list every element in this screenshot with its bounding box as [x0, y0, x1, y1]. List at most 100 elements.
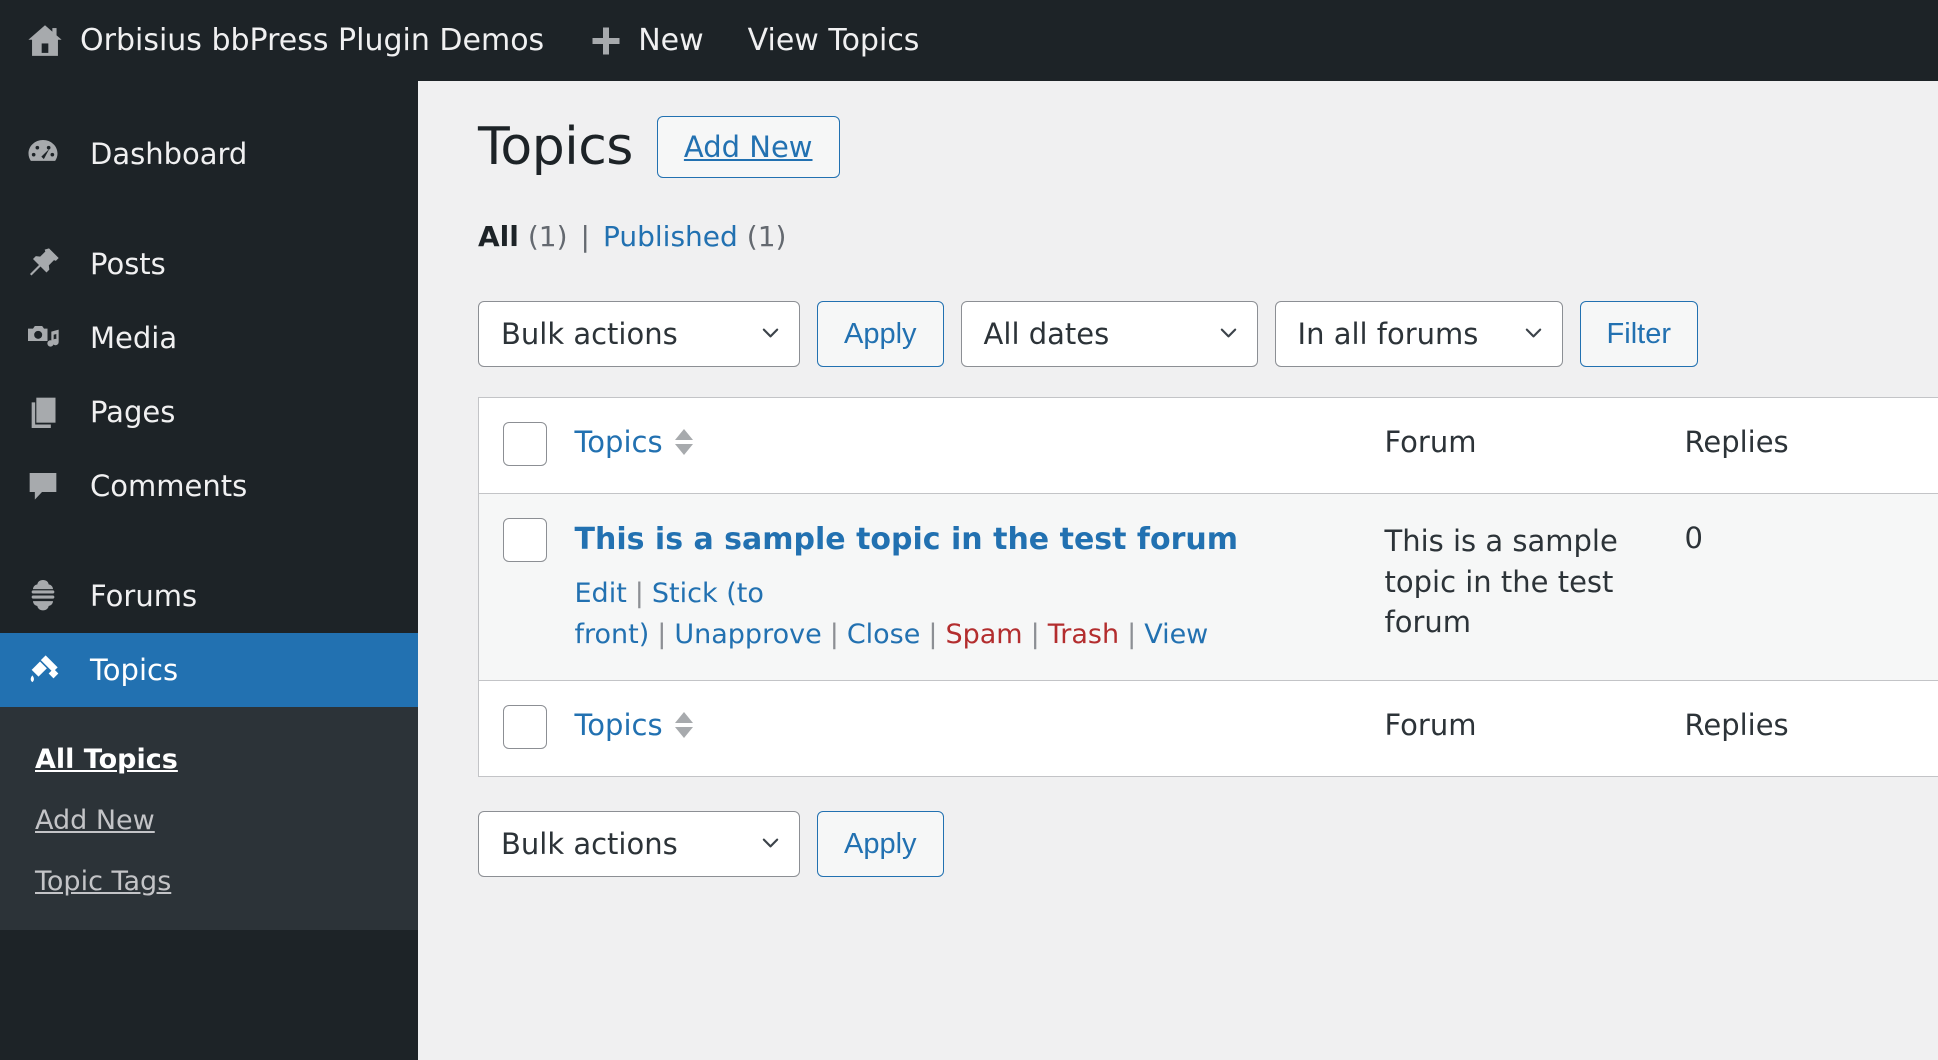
sidebar-item-media[interactable]: Media	[0, 301, 418, 375]
apply-button-bottom[interactable]: Apply	[817, 811, 944, 878]
sort-arrows-icon	[674, 712, 693, 739]
forum-filter-select[interactable]: In all forums	[1274, 301, 1563, 367]
sidebar-submenu-topics: All Topics Add New Topic Tags	[0, 707, 418, 931]
topics-icon	[22, 649, 64, 691]
column-header-forum-top: Forum	[1384, 397, 1685, 494]
row-replies-cell: 0	[1684, 493, 1938, 682]
chevron-down-icon	[762, 328, 779, 338]
site-title: Orbisius bbPress Plugin Demos	[80, 23, 545, 58]
filter-published-count: (1)	[746, 220, 787, 253]
topics-table: Topics Forum Replies This is a sample to…	[478, 397, 1938, 778]
wordpress-admin-screen: Orbisius bbPress Plugin Demos New View T…	[0, 0, 1938, 1060]
column-header-replies-bottom: Replies	[1684, 680, 1938, 777]
sidebar-subitem-add-new[interactable]: Add New	[0, 790, 418, 851]
select-all-checkbox-top[interactable]	[503, 422, 547, 466]
filter-all-count: (1)	[527, 220, 568, 253]
sidebar-item-dashboard[interactable]: Dashboard	[0, 117, 418, 191]
sidebar-subitem-topic-tags[interactable]: Topic Tags	[0, 851, 418, 912]
select-all-header-bottom	[478, 680, 575, 777]
bulk-actions-select-bottom[interactable]: Bulk actions	[478, 811, 800, 878]
row-action-view[interactable]: View	[1144, 619, 1208, 650]
status-filter-list: All (1) | Published (1)	[478, 220, 1938, 253]
sort-topics-link-bottom[interactable]: Topics	[575, 708, 693, 742]
select-all-header-top	[478, 397, 575, 494]
page-title: Topics	[478, 117, 633, 177]
pin-icon	[22, 243, 64, 285]
tablenav-bottom: Bulk actions Apply	[478, 811, 1938, 878]
page-header: Topics Add New	[478, 116, 1938, 178]
chevron-down-icon	[1220, 328, 1236, 338]
table-body: This is a sample topic in the test forum…	[478, 493, 1938, 682]
date-filter-select[interactable]: All dates	[960, 301, 1258, 367]
sidebar-item-label: Dashboard	[90, 137, 248, 171]
sidebar-item-comments[interactable]: Comments	[0, 449, 418, 523]
bulk-actions-value-bottom: Bulk actions	[501, 827, 678, 862]
column-header-forum-bottom: Forum	[1384, 680, 1685, 777]
row-forum-cell: This is a sample topic in the test forum	[1384, 493, 1685, 682]
table-header-row: Topics Forum Replies	[478, 397, 1938, 494]
sidebar-item-topics[interactable]: Topics	[0, 633, 434, 707]
table-foot: Topics Forum Replies	[478, 680, 1938, 777]
row-action-trash[interactable]: Trash	[1048, 619, 1119, 650]
admin-sidebar: Dashboard Posts Media Pages Comments For…	[0, 81, 434, 1060]
bulk-actions-value-top: Bulk actions	[501, 317, 678, 351]
row-title-cell: This is a sample topic in the test forum…	[574, 493, 1385, 682]
row-action-close[interactable]: Close	[847, 619, 921, 650]
dashboard-icon	[22, 133, 64, 175]
column-header-replies-top: Replies	[1684, 397, 1938, 494]
sidebar-item-label: Topics	[90, 653, 179, 687]
sidebar-separator-1	[0, 191, 418, 227]
topic-title-link[interactable]: This is a sample topic in the test forum	[575, 521, 1239, 559]
sidebar-top-spacer	[0, 81, 418, 117]
new-label: New	[638, 23, 704, 58]
sort-arrows-icon	[674, 429, 693, 455]
add-new-button[interactable]: Add New	[656, 116, 840, 178]
column-label-topics: Topics	[574, 708, 663, 743]
sidebar-item-label: Media	[90, 321, 178, 355]
apply-button-top[interactable]: Apply	[817, 301, 944, 367]
row-action-spam[interactable]: Spam	[945, 619, 1022, 650]
table-footer-row: Topics Forum Replies	[478, 680, 1938, 777]
comments-icon	[22, 465, 64, 507]
forum-filter-value: In all forums	[1297, 317, 1479, 351]
sidebar-item-pages[interactable]: Pages	[0, 375, 418, 449]
main-content: Topics Add New All (1) | Published (1) Bul…	[418, 81, 1938, 1060]
filter-published[interactable]: Published (1)	[603, 220, 786, 253]
filter-published-label[interactable]: Published	[603, 220, 738, 253]
view-topics-link[interactable]: View Topics	[726, 0, 942, 81]
filter-all[interactable]: All (1)	[478, 220, 568, 253]
new-content-menu[interactable]: New	[566, 0, 725, 81]
sidebar-item-posts[interactable]: Posts	[0, 227, 418, 301]
row-actions: Edit | Stick (to front) | Unapprove | Close | Sp…	[574, 577, 1209, 651]
select-all-checkbox-bottom[interactable]	[503, 705, 547, 750]
tablenav-top: Bulk actions Apply All dates In all foru…	[478, 301, 1938, 367]
sidebar-item-label: Pages	[90, 395, 176, 429]
chevron-down-icon	[762, 838, 779, 848]
column-label-topics: Topics	[574, 425, 663, 459]
sidebar-subitem-all-topics[interactable]: All Topics	[0, 729, 418, 790]
row-action-edit[interactable]: Edit	[575, 578, 627, 609]
sidebar-item-forums[interactable]: Forums	[0, 559, 418, 633]
row-select-cell	[478, 493, 575, 682]
site-name-menu[interactable]: Orbisius bbPress Plugin Demos	[18, 0, 566, 81]
home-icon	[24, 20, 66, 62]
sidebar-item-label: Forums	[90, 579, 198, 613]
sort-topics-link-top[interactable]: Topics	[575, 425, 693, 459]
row-action-unapprove[interactable]: Unapprove	[674, 619, 821, 650]
filter-all-label: All	[478, 220, 519, 253]
column-header-topics-top[interactable]: Topics	[574, 397, 1385, 494]
admin-bar: Orbisius bbPress Plugin Demos New View T…	[0, 0, 1938, 81]
plus-icon	[588, 23, 624, 59]
date-filter-value: All dates	[983, 317, 1110, 351]
sidebar-separator-2	[0, 523, 418, 559]
chevron-down-icon	[1525, 328, 1541, 338]
media-icon	[22, 317, 64, 359]
bulk-actions-select-top[interactable]: Bulk actions	[478, 301, 800, 367]
sidebar-item-label: Posts	[90, 247, 166, 281]
forums-icon	[22, 575, 64, 617]
filter-button[interactable]: Filter	[1579, 301, 1698, 367]
row-checkbox[interactable]	[503, 518, 547, 562]
column-header-topics-bottom[interactable]: Topics	[574, 680, 1385, 777]
filter-separator: |	[580, 220, 590, 253]
view-topics-label: View Topics	[747, 23, 920, 58]
